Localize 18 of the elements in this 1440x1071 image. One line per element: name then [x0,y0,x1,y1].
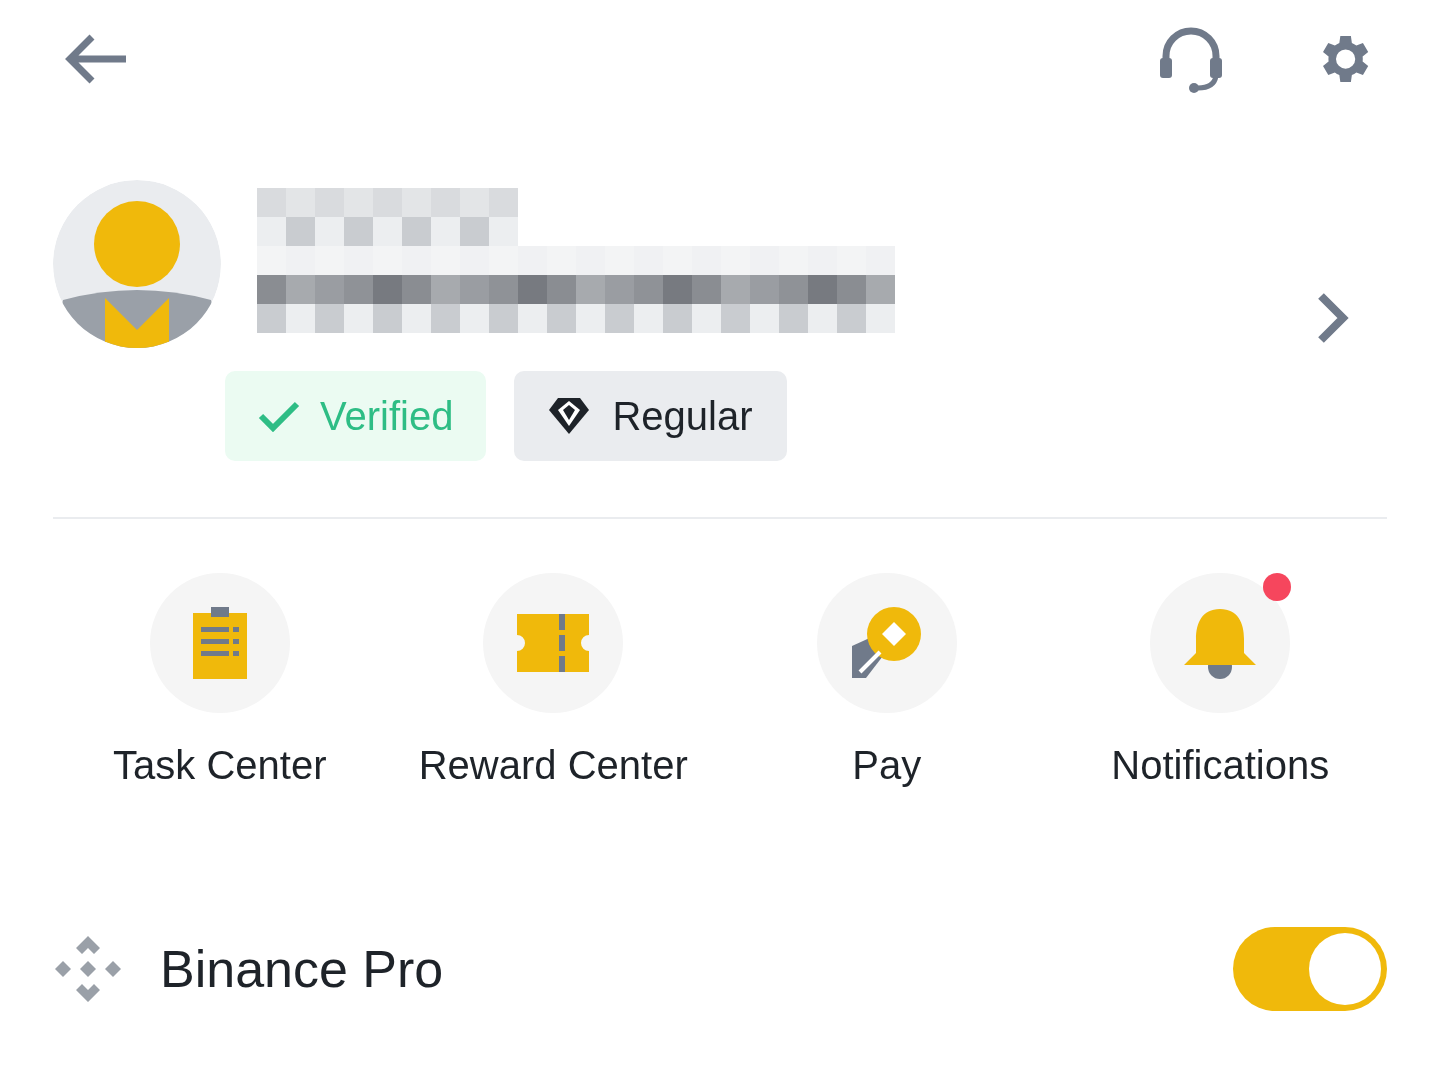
shortcut-label: Notifications [1111,742,1330,789]
diamond-icon [548,396,591,436]
clipboard-icon [190,605,249,681]
shortcut-item[interactable]: Pay [720,573,1054,795]
shortcut-item[interactable]: Reward Center [386,573,720,795]
ticket-icon [517,614,590,672]
check-icon [258,400,300,432]
shortcut-item[interactable]: Notifications [1053,573,1387,795]
shortcut-label: Reward Center [418,742,688,789]
shortcut-label: Pay [852,742,922,789]
chevron-right-icon[interactable] [1317,292,1349,344]
badge-label: Regular [612,393,753,440]
coin-hand-icon [849,606,924,680]
badge-label: Verified [320,393,454,440]
shortcut-label: Task Center [113,742,327,789]
binance-logo-icon [53,934,123,1004]
pro-mode-label: Binance Pro [160,939,444,1000]
shortcut-item[interactable]: Task Center [53,573,387,795]
